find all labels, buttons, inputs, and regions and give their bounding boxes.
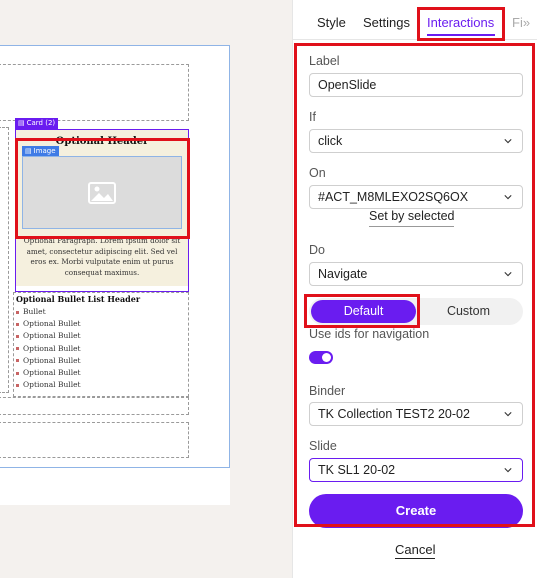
switch-knob	[322, 353, 331, 362]
bullet-item: Optional Bullet	[16, 330, 81, 342]
mode-default-button[interactable]: Default	[311, 300, 416, 323]
cancel-button[interactable]: Cancel	[395, 542, 436, 559]
do-field-label: Do	[309, 243, 325, 257]
image-tag-icon: ▤	[25, 147, 32, 155]
on-select[interactable]: #ACT_M8MLEXO2SQ6OX	[309, 185, 523, 209]
chevron-down-icon	[504, 272, 512, 277]
create-button[interactable]: Create	[309, 494, 523, 528]
chevron-down-icon	[504, 139, 512, 144]
if-select[interactable]: click	[309, 129, 523, 153]
on-field-label: On	[309, 166, 326, 180]
bullet-dot-icon	[16, 371, 19, 375]
label-field-label: Label	[309, 54, 340, 68]
bullet-dot-icon	[16, 347, 19, 351]
tab-settings[interactable]: Settings	[363, 15, 410, 30]
use-ids-switch[interactable]	[309, 351, 333, 364]
image-icon	[88, 181, 116, 204]
properties-panel: Style Settings Interactions Fi» Label Op…	[292, 0, 537, 578]
if-select-value: click	[318, 134, 343, 148]
bullet-item: Optional Bullet	[16, 379, 81, 391]
image-placeholder[interactable]	[22, 156, 182, 229]
card-tag-label: Card (2)	[26, 119, 56, 127]
optional-paragraph[interactable]: Optional Paragraph. Lorem ipsum dolor si…	[22, 236, 182, 280]
chevron-down-icon	[504, 195, 512, 200]
placeholder-left-column[interactable]	[0, 127, 9, 393]
set-by-selected-link[interactable]: Set by selected	[369, 209, 455, 227]
label-input[interactable]: OpenSlide	[309, 73, 523, 97]
slide-select[interactable]: TK SL1 20-02	[309, 458, 523, 482]
bullet-item: Optional Bullet	[16, 367, 81, 379]
placeholder-top[interactable]	[0, 64, 189, 121]
double-chevron-icon: »	[522, 15, 531, 30]
active-tab-indicator	[427, 34, 495, 36]
card-icon: ▤	[18, 119, 25, 127]
use-ids-label: Use ids for navigation	[309, 327, 430, 341]
panel-tabs: Style Settings Interactions Fi»	[293, 0, 537, 40]
binder-select-value: TK Collection TEST2 20-02	[318, 407, 470, 421]
image-tag-label: Image	[33, 147, 56, 155]
slide-field-label: Slide	[309, 439, 337, 453]
bullet-item: Optional Bullet	[16, 343, 81, 355]
chevron-down-icon	[504, 468, 512, 473]
bullet-dot-icon	[16, 334, 19, 338]
bullet-item: Optional Bullet	[16, 355, 81, 367]
bullet-dot-icon	[16, 359, 19, 363]
bullet-list-header[interactable]: Optional Bullet List Header	[16, 294, 140, 304]
placeholder-bottom[interactable]	[0, 422, 189, 458]
do-select-value: Navigate	[318, 267, 368, 281]
tab-style[interactable]: Style	[317, 15, 346, 30]
navigation-mode-toggle: Default Custom	[309, 298, 523, 325]
on-select-value: #ACT_M8MLEXO2SQ6OX	[318, 190, 469, 204]
tab-overflow[interactable]: Fi»	[512, 15, 530, 30]
if-field-label: If	[309, 110, 316, 124]
slide-select-value: TK SL1 20-02	[318, 463, 396, 477]
image-tag: ▤ Image	[22, 146, 59, 156]
tab-overflow-label: Fi	[512, 15, 523, 30]
do-select[interactable]: Navigate	[309, 262, 523, 286]
bullet-dot-icon	[16, 383, 19, 387]
binder-select[interactable]: TK Collection TEST2 20-02	[309, 402, 523, 426]
card-tag: ▤ Card (2)	[15, 118, 59, 129]
bullet-dot-icon	[16, 310, 19, 314]
bullet-item: Bullet	[16, 306, 81, 318]
bullet-item: Optional Bullet	[16, 318, 81, 330]
placeholder-row[interactable]	[0, 397, 189, 415]
chevron-down-icon	[504, 412, 512, 417]
bullet-list: Bullet Optional Bullet Optional Bullet O…	[16, 306, 81, 391]
mode-custom-button[interactable]: Custom	[416, 300, 521, 323]
binder-field-label: Binder	[309, 384, 346, 398]
bullet-dot-icon	[16, 322, 19, 326]
tab-interactions[interactable]: Interactions	[427, 15, 494, 30]
